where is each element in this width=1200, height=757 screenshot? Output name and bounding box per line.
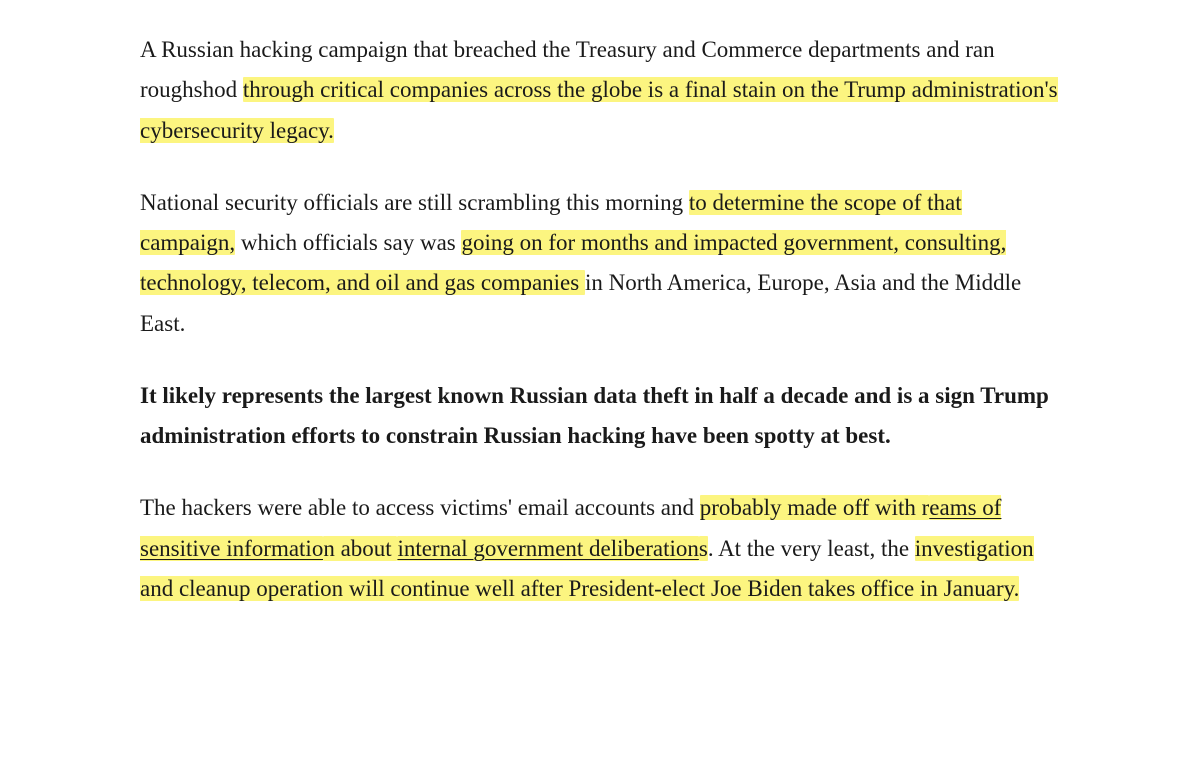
paragraph-4: The hackers were able to access victims'…	[140, 488, 1060, 609]
paragraph-4-text-b: . At the very least, the	[708, 536, 915, 561]
paragraph-1-highlight: through critical companies across the gl…	[140, 77, 1058, 142]
paragraph-4-highlight-c: s	[699, 536, 708, 561]
paragraph-3-bold: It likely represents the largest known R…	[140, 376, 1060, 457]
paragraph-3-period: .	[885, 423, 891, 448]
paragraph-1: A Russian hacking campaign that breached…	[140, 30, 1060, 151]
paragraph-4-text-a: The hackers were able to access victims'…	[140, 495, 700, 520]
article-container: A Russian hacking campaign that breached…	[0, 0, 1200, 681]
paragraph-2-text-b: which officials say was	[235, 230, 461, 255]
paragraph-4-highlight-a: probably made off with r	[700, 495, 930, 520]
paragraph-4-highlight-b: n about	[323, 536, 397, 561]
paragraph-2-text-a: National security officials are still sc…	[140, 190, 689, 215]
paragraph-3-text: It likely represents the largest known R…	[140, 383, 1049, 448]
paragraph-4-link-b[interactable]: internal government deliberation	[397, 536, 698, 561]
paragraph-2: National security officials are still sc…	[140, 183, 1060, 344]
